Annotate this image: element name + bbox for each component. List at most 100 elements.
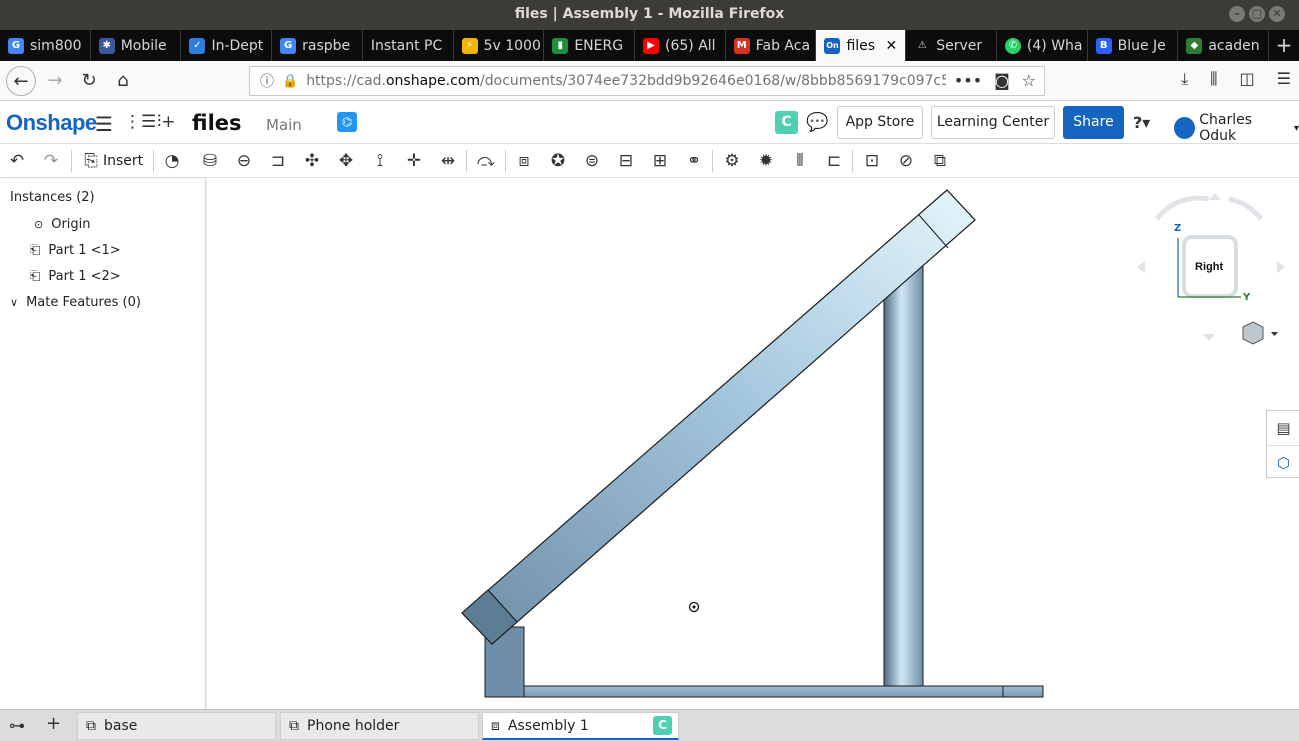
view-cube-face-label[interactable]: Right — [1195, 261, 1223, 273]
versions-icon[interactable]: ⌬ — [337, 112, 357, 132]
undo-icon[interactable]: ↶ — [6, 150, 28, 172]
onshape-logo[interactable]: Onshape — [6, 110, 97, 136]
tab-assembly-1[interactable]: ⧈ Assembly 1 C — [482, 712, 679, 740]
insert-part-icon[interactable]: ⫶+ — [157, 112, 176, 132]
browser-tab[interactable]: ▮ ENERG — [544, 30, 636, 61]
document-name[interactable]: files — [192, 111, 242, 135]
gear-icon[interactable]: ⚙ — [721, 150, 743, 172]
share-button[interactable]: Share — [1063, 106, 1124, 139]
browser-tab[interactable]: ◆ acaden — [1178, 30, 1270, 61]
exploded-view-icon[interactable]: ⊘ — [895, 150, 917, 172]
reload-button[interactable]: ↻ — [74, 66, 104, 96]
rotate-up-arrow-icon[interactable] — [1209, 193, 1221, 200]
menu-icon[interactable]: ☰ — [1277, 69, 1291, 89]
maximize-button[interactable]: □ — [1249, 6, 1265, 22]
chevron-down-icon[interactable] — [1271, 332, 1278, 336]
redo-icon[interactable]: ↷ — [40, 150, 62, 172]
pocket-icon[interactable]: ◙ — [994, 71, 1010, 90]
ball-mate-icon[interactable]: ✛ — [403, 150, 425, 172]
instances-header[interactable]: Instances (2) — [10, 190, 95, 205]
document-badge[interactable]: C — [775, 111, 798, 134]
gear-relation-icon[interactable]: ⊜ — [581, 150, 603, 172]
model-canvas[interactable] — [207, 179, 1299, 709]
part-base-plate[interactable] — [484, 685, 1044, 698]
mate-connector-icon[interactable]: ✪ — [547, 150, 569, 172]
tab-manager-icon[interactable]: ⊶ — [9, 716, 25, 735]
parallel-mate-icon[interactable]: ⇹ — [437, 150, 459, 172]
insert-icon[interactable]: ⎘ — [80, 150, 102, 172]
browser-tab-active[interactable]: On files ✕ — [816, 30, 907, 61]
part-icon: ⎗ — [30, 269, 41, 284]
info-icon[interactable]: ⓘ — [260, 71, 274, 91]
branch-name[interactable]: Main — [266, 116, 302, 134]
insert-button[interactable]: Insert — [103, 153, 143, 169]
rotate-down-arrow-icon[interactable] — [1203, 334, 1215, 341]
slider-mate-icon[interactable]: ⊐ — [267, 150, 289, 172]
browser-tab[interactable]: ⚠ Server — [906, 30, 997, 61]
library-icon[interactable]: ⫼ — [1210, 69, 1217, 89]
hamburger-menu-icon[interactable]: ☰ — [95, 112, 113, 136]
close-window-button[interactable]: ✕ — [1269, 6, 1285, 22]
properties-icon[interactable]: ▤ — [1267, 411, 1299, 445]
section-view-icon[interactable]: ⧉ — [929, 150, 951, 172]
revolute-mate-icon[interactable]: ⊖ — [233, 150, 255, 172]
user-menu[interactable]: Charles Oduk ▾ — [1174, 112, 1299, 144]
feature-list-icon[interactable]: ⋮☰ — [124, 112, 156, 132]
instance-origin[interactable]: ⊙ Origin — [34, 217, 91, 232]
home-button[interactable]: ⌂ — [108, 66, 138, 96]
site-icon: B — [1095, 37, 1112, 54]
minimize-button[interactable]: – — [1229, 6, 1245, 22]
lock-icon: 🔒 — [282, 73, 299, 89]
onshape-appbar: Onshape ☰ ⋮☰ ⫶+ files Main ⌬ C 💬 App Sto… — [0, 101, 1299, 144]
instance-part[interactable]: ⎗ Part 1 <1> — [30, 243, 121, 258]
screw-relation-icon[interactable]: ⊞ — [649, 150, 671, 172]
view-mode-cube-icon[interactable] — [1242, 321, 1264, 345]
browser-tab[interactable]: Graspbe — [272, 30, 363, 61]
cylindrical-mate-icon[interactable]: ✥ — [335, 150, 357, 172]
part-rear-post[interactable] — [883, 256, 924, 687]
page-actions-icon[interactable]: ••• — [954, 71, 982, 90]
new-tab-button[interactable]: + — [1269, 30, 1299, 61]
tab-base[interactable]: ⧉ base — [77, 712, 276, 740]
appearance-icon[interactable]: ⬡ — [1267, 445, 1299, 479]
browser-tab[interactable]: ⚡ 5v 1000 — [454, 30, 545, 61]
mate-features-folder[interactable]: ∨ Mate Features (0) — [10, 295, 141, 310]
gear-filled-icon[interactable]: ✹ — [755, 150, 777, 172]
sidebar-icon[interactable]: ◫ — [1240, 69, 1255, 89]
back-button[interactable]: ← — [6, 65, 36, 96]
app-store-button[interactable]: App Store — [837, 106, 923, 139]
bookmark-star-icon[interactable]: ☆ — [1022, 71, 1036, 90]
download-icon[interactable]: ⤓ — [1181, 69, 1188, 89]
linear-relation-icon[interactable]: ⚭ — [683, 150, 705, 172]
add-tab-icon[interactable]: + — [46, 713, 61, 734]
tangent-mate-icon[interactable]: ⤼ — [475, 150, 497, 172]
browser-tab[interactable]: M Fab Aca — [726, 30, 817, 61]
planar-mate-icon[interactable]: ✣ — [301, 150, 323, 172]
comments-icon[interactable]: 💬 — [806, 112, 828, 133]
graphics-viewport[interactable]: Right Z Y — [207, 179, 1299, 709]
help-icon[interactable]: ?▾ — [1133, 113, 1150, 132]
group-icon[interactable]: ⧈ — [513, 150, 535, 172]
rotate-right-arrow-icon[interactable] — [1277, 261, 1285, 273]
pin-slot-mate-icon[interactable]: ⟟ — [369, 150, 391, 172]
pattern-icon[interactable]: ⊏ — [823, 150, 845, 172]
replicate-icon[interactable]: ⫴ — [789, 150, 811, 172]
browser-tab[interactable]: ✆ (4) Wha — [997, 30, 1088, 61]
browser-tab[interactable]: ▶ (65) All — [635, 30, 726, 61]
url-bar[interactable]: ⓘ 🔒 https://cad.onshape.com/documents/30… — [249, 66, 1045, 96]
browser-tab[interactable]: ✓ In-Dept — [181, 30, 273, 61]
browser-tab[interactable]: Instant PC — [363, 30, 454, 61]
rack-pinion-icon[interactable]: ⊟ — [615, 150, 637, 172]
browser-tab[interactable]: Gsim800 — [0, 30, 91, 61]
named-positions-icon[interactable]: ⊡ — [861, 150, 883, 172]
rotate-left-arrow-icon[interactable] — [1137, 261, 1145, 273]
instance-part[interactable]: ⎗ Part 1 <2> — [30, 269, 121, 284]
browser-tab[interactable]: ✱ Mobile — [91, 30, 182, 61]
tab-phone-holder[interactable]: ⧉ Phone holder — [280, 712, 479, 740]
close-tab-icon[interactable]: ✕ — [885, 38, 897, 54]
forward-button[interactable]: → — [40, 66, 70, 96]
browser-tab[interactable]: B Blue Je — [1088, 30, 1179, 61]
history-icon[interactable]: ◔ — [161, 150, 183, 172]
fastened-mate-icon[interactable]: ⛁ — [199, 150, 221, 172]
learning-center-button[interactable]: Learning Center — [931, 106, 1055, 139]
